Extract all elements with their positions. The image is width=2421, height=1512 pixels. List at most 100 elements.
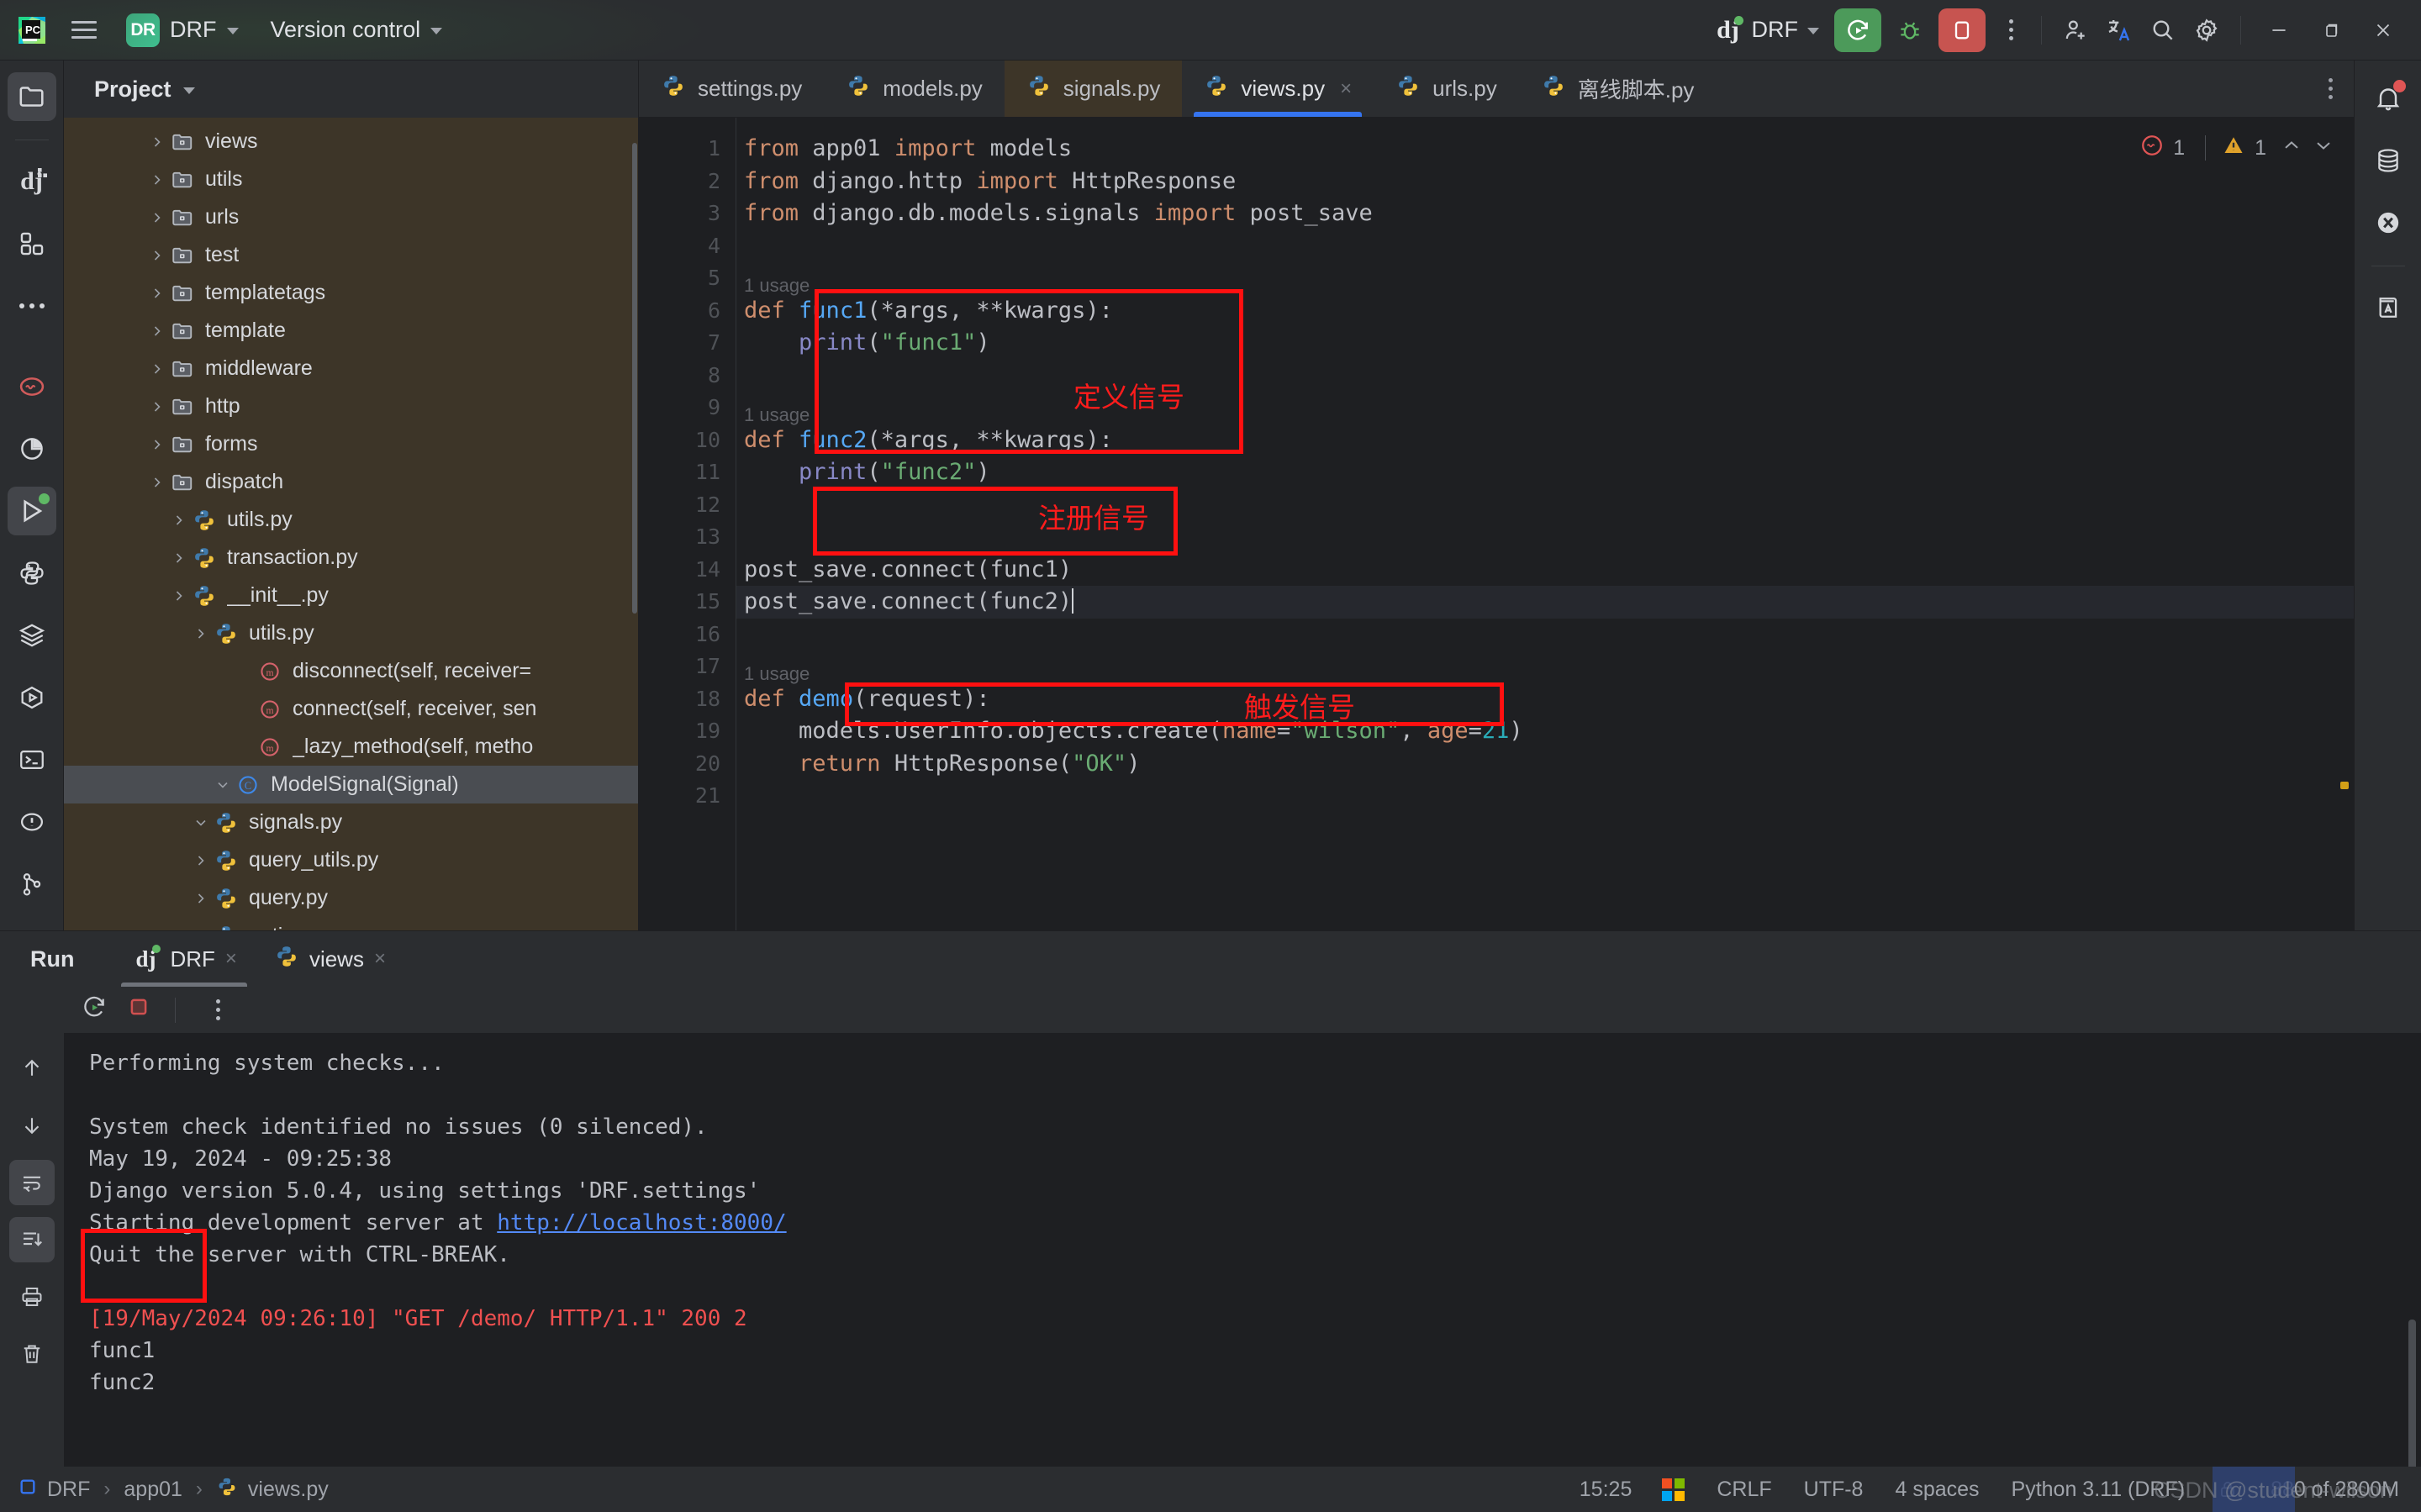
debug-button[interactable] (1888, 8, 1932, 52)
minimize-button[interactable] (2253, 5, 2305, 55)
close-button[interactable] (2357, 5, 2409, 55)
sidebar-item-todo[interactable] (8, 798, 56, 846)
tree-item[interactable]: test (64, 236, 638, 274)
tree-item[interactable]: views (64, 123, 638, 161)
sidebar-item-more[interactable] (8, 282, 56, 330)
chevron-right-icon[interactable] (168, 589, 190, 603)
scroll-up-button[interactable] (9, 1046, 55, 1091)
main-menu-icon[interactable] (66, 12, 103, 49)
chevron-right-icon[interactable] (190, 892, 212, 905)
breadcrumb-item-file[interactable]: views.py (248, 1478, 329, 1502)
editor-tab-views-py[interactable]: views.py × (1182, 61, 1374, 117)
chevron-down-icon[interactable] (182, 87, 195, 94)
chevron-right-icon[interactable] (146, 438, 168, 451)
sidebar-item-services[interactable] (8, 611, 56, 660)
tree-item[interactable]: urls (64, 198, 638, 236)
tree-item[interactable]: utils.py (64, 501, 638, 539)
sidebar-item-terminal[interactable] (8, 735, 56, 784)
tree-item[interactable]: m connect(self, receiver, sen (64, 690, 638, 728)
chevron-right-icon[interactable] (146, 249, 168, 262)
tree-item[interactable]: middleware (64, 350, 638, 387)
chevron-right-icon[interactable] (146, 135, 168, 149)
editor-tab-settings-py[interactable]: settings.py (639, 61, 824, 117)
sidebar-item-endpoints[interactable] (8, 673, 56, 722)
maximize-button[interactable] (2305, 5, 2357, 55)
tree-item[interactable]: template (64, 312, 638, 350)
chevron-right-icon[interactable] (190, 930, 212, 931)
editor-tab-models-py[interactable]: models.py (824, 61, 1005, 117)
sidebar-item-project[interactable] (7, 72, 56, 121)
tree-item[interactable]: m disconnect(self, receiver= (64, 652, 638, 690)
sidebar-item-database[interactable] (2364, 136, 2413, 185)
tree-item[interactable]: signals.py (64, 803, 638, 841)
translate-icon[interactable] (2097, 8, 2141, 52)
sidebar-item-ai-assistant[interactable] (2364, 198, 2413, 247)
stop-button[interactable] (126, 994, 151, 1025)
tree-item[interactable]: forms (64, 425, 638, 463)
status-indent[interactable]: 4 spaces (1895, 1478, 1979, 1502)
sidebar-item-run[interactable] (7, 487, 56, 535)
chevron-right-icon[interactable] (146, 287, 168, 300)
tree-item[interactable]: __init__.py (64, 577, 638, 614)
breadcrumb-item-project[interactable]: DRF (47, 1478, 90, 1502)
settings-gear-icon[interactable] (2185, 8, 2228, 52)
status-interpreter[interactable]: Python 3.11 (DRF) (2012, 1478, 2186, 1502)
editor-tab-signals-py[interactable]: signals.py (1004, 61, 1183, 117)
tree-item[interactable]: http (64, 387, 638, 425)
usage-hint[interactable]: 1 usage (744, 270, 810, 303)
scroll-down-button[interactable] (9, 1103, 55, 1148)
tree-item[interactable]: C ModelSignal(Signal) (64, 766, 638, 803)
usage-hint[interactable]: 1 usage (744, 399, 810, 432)
rerun-button[interactable] (81, 993, 108, 1026)
sidebar-item-django[interactable]: dj (8, 157, 56, 206)
console-scrollbar[interactable] (2408, 1320, 2416, 1467)
rerun-button[interactable] (1834, 8, 1881, 52)
project-tree-scrollbar[interactable] (631, 118, 638, 930)
chevron-right-icon[interactable] (146, 476, 168, 489)
console-more-icon[interactable] (199, 995, 236, 1025)
run-console-output[interactable]: Performing system checks... System check… (64, 1034, 2421, 1467)
project-tree[interactable]: views utils urls test templatetags template mi… (64, 118, 638, 930)
chevron-right-icon[interactable] (146, 211, 168, 224)
sidebar-item-profiler[interactable] (8, 424, 56, 473)
scrollbar-warning-marker[interactable] (2340, 782, 2349, 789)
tree-item[interactable]: query.py (64, 879, 638, 917)
chevron-right-icon[interactable] (168, 514, 190, 527)
sidebar-item-notifications[interactable] (2364, 74, 2413, 123)
chevron-down-icon[interactable] (190, 816, 212, 830)
chevron-right-icon[interactable] (146, 324, 168, 338)
add-user-icon[interactable] (2054, 8, 2097, 52)
tree-item[interactable]: m _lazy_method(self, metho (64, 728, 638, 766)
search-icon[interactable] (2141, 8, 2185, 52)
inspection-widget[interactable]: 1 1 (2102, 118, 2354, 166)
close-icon[interactable]: × (374, 947, 386, 971)
tree-item[interactable]: dispatch (64, 463, 638, 501)
breadcrumb-item-app[interactable]: app01 (124, 1478, 182, 1502)
chevron-right-icon[interactable] (146, 173, 168, 187)
chevron-up-icon[interactable] (2280, 134, 2303, 163)
run-tab-drf[interactable]: dj DRF × (113, 931, 255, 987)
tree-item[interactable]: utils.py (64, 614, 638, 652)
chevron-right-icon[interactable] (190, 854, 212, 867)
sidebar-item-python-console[interactable] (8, 549, 56, 598)
print-button[interactable] (9, 1274, 55, 1320)
scroll-to-end-button[interactable] (9, 1217, 55, 1262)
chevron-down-icon[interactable] (212, 778, 234, 792)
more-actions-icon[interactable] (1992, 8, 2029, 52)
sidebar-item-structure[interactable] (8, 219, 56, 268)
sidebar-item-problems[interactable] (8, 362, 56, 411)
clear-console-button[interactable] (9, 1331, 55, 1377)
console-link[interactable]: http://localhost:8000/ (497, 1210, 786, 1235)
close-icon[interactable]: × (225, 947, 237, 971)
chevron-right-icon[interactable] (146, 400, 168, 414)
version-control-menu[interactable]: Version control (271, 17, 443, 43)
breadcrumb[interactable]: DRF › app01 › views.py (18, 1476, 329, 1504)
tree-item[interactable]: templatetags (64, 274, 638, 312)
stop-button[interactable] (1938, 8, 1986, 52)
close-icon[interactable]: × (1340, 77, 1352, 101)
status-line-separator[interactable]: CRLF (1717, 1478, 1771, 1502)
tree-item[interactable]: options.py (64, 917, 638, 930)
editor-tab-离线脚本-py[interactable]: 离线脚本.py (1519, 61, 1717, 117)
chevron-right-icon[interactable] (190, 627, 212, 640)
editor-tabs-more-icon[interactable] (2307, 61, 2354, 117)
